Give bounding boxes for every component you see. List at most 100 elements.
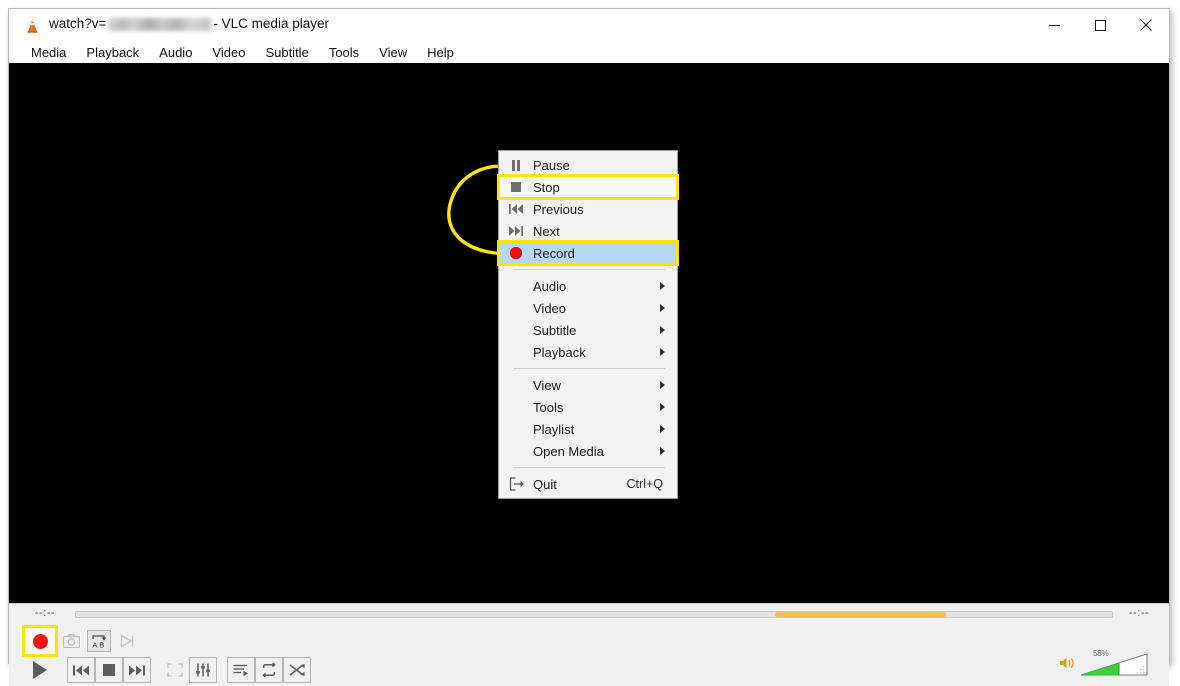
resize-grip-icon[interactable] <box>1136 661 1145 674</box>
context-menu-item-view[interactable]: View <box>499 374 677 396</box>
record-icon <box>510 247 522 259</box>
svg-text:B: B <box>99 641 104 649</box>
menu-help[interactable]: Help <box>417 43 464 62</box>
next-button[interactable] <box>123 657 151 683</box>
play-button[interactable] <box>23 657 57 683</box>
camera-icon <box>62 634 80 648</box>
minimize-button[interactable] <box>1031 9 1077 41</box>
menu-audio[interactable]: Audio <box>149 43 202 62</box>
volume-control: 58% <box>1059 649 1153 676</box>
window-title: watch?v= - VLC media player <box>49 16 329 31</box>
vlc-cone-icon <box>24 17 41 34</box>
menu-bar: Media Playback Audio Video Subtitle Tools View… <box>9 41 1169 63</box>
time-elapsed[interactable]: --:-- <box>19 607 71 619</box>
context-menu-item-label: Quit <box>533 476 557 492</box>
context-menu-item-label: Tools <box>533 399 564 415</box>
title-bar: watch?v= - VLC media player <box>9 9 1169 41</box>
context-menu-item-label: Video <box>533 300 567 316</box>
svg-text:A: A <box>92 641 98 649</box>
context-menu-item-pause[interactable]: Pause <box>499 154 677 176</box>
menu-view[interactable]: View <box>369 43 417 62</box>
submenu-arrow-icon <box>653 348 677 356</box>
record-icon <box>32 633 48 649</box>
fullscreen-icon <box>167 663 183 677</box>
volume-percent-label: 58% <box>1093 649 1109 658</box>
context-menu-item-label: Subtitle <box>533 322 577 338</box>
record-button[interactable] <box>22 625 58 657</box>
speaker-icon[interactable] <box>1059 656 1075 675</box>
context-menu-item-next[interactable]: Next <box>499 220 677 242</box>
previous-icon-slot <box>499 204 533 214</box>
submenu-arrow-icon <box>653 447 677 455</box>
context-menu-item-label: Playback <box>533 344 586 360</box>
time-total[interactable]: --:-- <box>1117 607 1161 619</box>
menu-subtitle[interactable]: Subtitle <box>255 43 318 62</box>
stop-icon <box>511 182 521 192</box>
seek-row: --:-- --:-- <box>9 604 1169 624</box>
loop-icon <box>262 663 276 677</box>
close-button[interactable] <box>1123 9 1169 41</box>
window-title-prefix: watch?v= <box>49 16 107 31</box>
vlc-main-window: watch?v= - VLC media player Media Playback… <box>8 8 1170 686</box>
context-menu-item-label: Stop <box>533 179 560 195</box>
ab-loop-button[interactable]: A B <box>87 630 111 652</box>
context-menu-item-previous[interactable]: Previous <box>499 198 677 220</box>
context-menu-item-label: Playlist <box>533 421 575 437</box>
seek-slider[interactable] <box>75 611 1113 618</box>
record-icon-slot <box>499 247 533 259</box>
pause-icon-slot <box>499 159 533 171</box>
equalizer-icon <box>196 663 210 677</box>
video-surface[interactable]: Pause Stop Previous Next Record Audio Video Sub… <box>9 63 1169 603</box>
playlist-group <box>227 657 311 683</box>
context-menu-item-subtitle[interactable]: Subtitle <box>499 319 677 341</box>
context-menu-item-label: Audio <box>533 278 567 294</box>
context-menu-item-label: Next <box>533 223 560 239</box>
submenu-arrow-icon <box>653 282 677 290</box>
context-menu-item-open-media[interactable]: Open Media <box>499 440 677 462</box>
context-menu-item-record[interactable]: Record <box>497 240 679 266</box>
snapshot-button[interactable] <box>59 630 83 652</box>
frame-by-frame-button[interactable] <box>115 630 139 652</box>
maximize-button[interactable] <box>1077 9 1123 41</box>
context-menu: Pause Stop Previous Next Record Audio Video Sub… <box>497 150 679 499</box>
transport-group <box>67 657 151 683</box>
context-menu-item-label: Open Media <box>533 443 604 459</box>
control-bar: --:-- --:-- A B 58% <box>9 603 1169 686</box>
exit-icon <box>509 477 524 491</box>
seek-buffer-segment <box>775 612 947 617</box>
submenu-arrow-icon <box>653 425 677 433</box>
context-menu-item-stop[interactable]: Stop <box>497 174 679 200</box>
menu-separator <box>513 467 665 468</box>
context-menu-item-playlist[interactable]: Playlist <box>499 418 677 440</box>
context-menu-item-label: Previous <box>533 201 584 217</box>
menu-video[interactable]: Video <box>202 43 255 62</box>
pause-icon <box>512 159 520 171</box>
previous-button[interactable] <box>67 657 95 683</box>
ab-loop-icon: A B <box>91 635 106 649</box>
context-menu-item-playback[interactable]: Playback <box>499 341 677 363</box>
context-menu-item-video[interactable]: Video <box>499 297 677 319</box>
context-menu-item-label: Record <box>533 245 575 261</box>
next-icon-slot <box>499 226 533 236</box>
loop-button[interactable] <box>255 657 283 683</box>
context-menu-item-tools[interactable]: Tools <box>499 396 677 418</box>
context-menu-item-label: View <box>533 377 561 393</box>
playlist-button[interactable] <box>227 657 255 683</box>
submenu-arrow-icon <box>653 304 677 312</box>
menu-tools[interactable]: Tools <box>319 43 369 62</box>
context-menu-item-audio[interactable]: Audio <box>499 275 677 297</box>
shuffle-button[interactable] <box>283 657 311 683</box>
context-menu-item-label: Pause <box>533 157 570 173</box>
fullscreen-button[interactable] <box>161 657 189 683</box>
stop-button[interactable] <box>95 657 123 683</box>
previous-icon <box>73 665 89 675</box>
exit-icon-slot <box>499 477 533 491</box>
menu-playback[interactable]: Playback <box>76 43 149 62</box>
menu-media[interactable]: Media <box>21 43 76 62</box>
equalizer-button[interactable] <box>189 657 217 683</box>
window-title-suffix: - VLC media player <box>213 16 329 31</box>
previous-icon <box>509 204 523 214</box>
secondary-toolbar: A B <box>22 625 139 657</box>
submenu-arrow-icon <box>653 381 677 389</box>
context-menu-item-quit[interactable]: Quit Ctrl+Q <box>499 473 677 495</box>
